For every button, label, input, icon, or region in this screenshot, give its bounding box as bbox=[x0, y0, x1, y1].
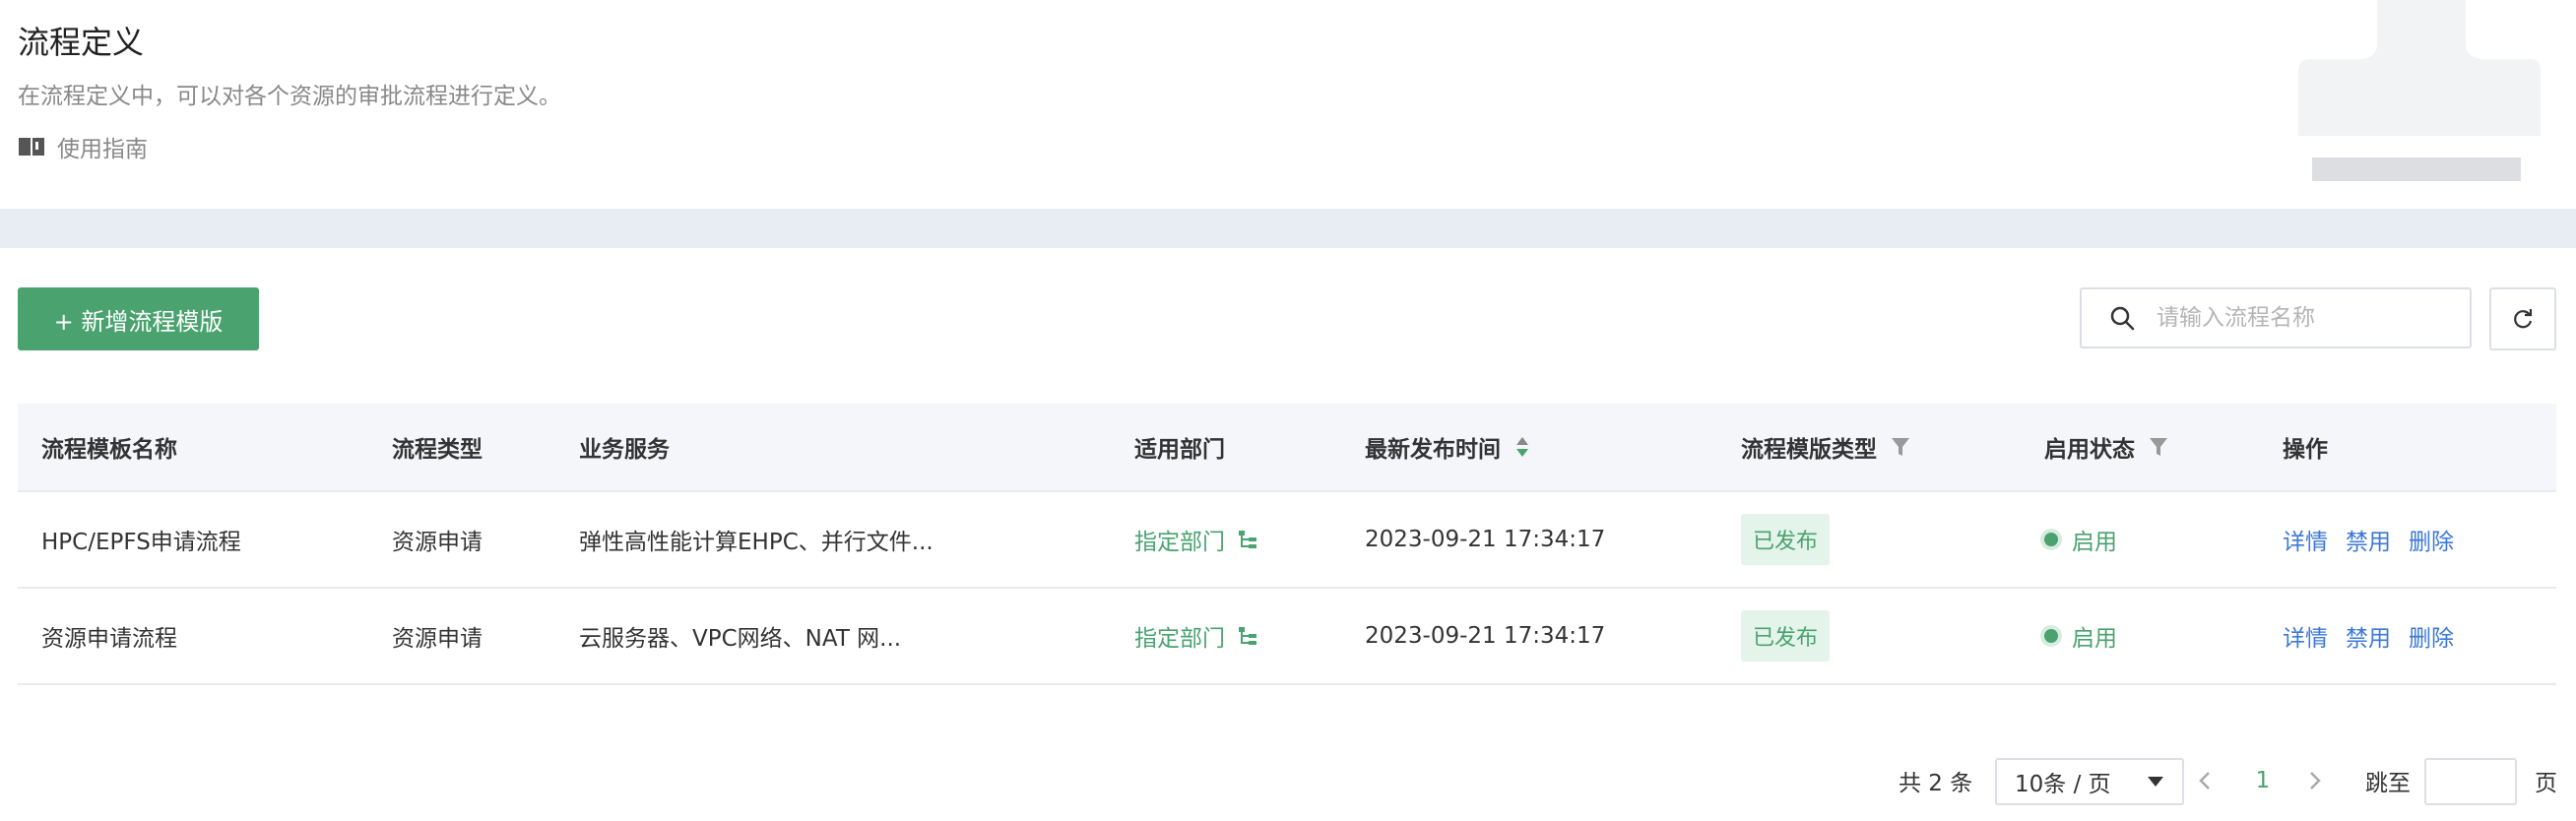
business-service: 云服务器、VPC网络、NAT 网... bbox=[579, 626, 902, 652]
next-page-button[interactable] bbox=[2308, 758, 2322, 803]
process-name: 资源申请流程 bbox=[41, 626, 177, 652]
status-badge: 已发布 bbox=[1741, 610, 1831, 662]
book-icon bbox=[19, 138, 44, 156]
detail-link[interactable]: 详情 bbox=[2283, 619, 2328, 653]
header-illustration bbox=[2298, 0, 2541, 181]
column-header-service: 业务服务 bbox=[579, 437, 670, 463]
chevron-right-icon bbox=[2310, 772, 2321, 789]
enable-status: 启用 bbox=[2044, 619, 2117, 653]
sort-icon[interactable] bbox=[1514, 435, 1530, 459]
search-box[interactable] bbox=[2080, 287, 2472, 348]
page-suffix-label: 页 bbox=[2535, 771, 2557, 796]
page-description: 在流程定义中，可以对各个资源的审批流程进行定义。 bbox=[18, 84, 561, 109]
jump-to-label: 跳至 bbox=[2365, 771, 2411, 796]
org-tree-icon bbox=[1239, 627, 1256, 645]
column-header-publish-time[interactable]: 最新发布时间 bbox=[1365, 404, 1530, 490]
org-tree-icon bbox=[1239, 531, 1256, 548]
caret-down-icon bbox=[2148, 777, 2163, 787]
disable-link[interactable]: 禁用 bbox=[2346, 619, 2391, 653]
add-process-template-button[interactable]: + 新增流程模版 bbox=[18, 287, 259, 350]
enable-status: 启用 bbox=[2044, 523, 2117, 556]
dept-link[interactable]: 指定部门 bbox=[1134, 523, 1258, 556]
process-type: 资源申请 bbox=[392, 530, 483, 555]
detail-link[interactable]: 详情 bbox=[2283, 523, 2328, 556]
process-type: 资源申请 bbox=[392, 626, 483, 652]
refresh-icon bbox=[2514, 309, 2533, 329]
delete-link[interactable]: 删除 bbox=[2409, 619, 2454, 653]
column-header-status[interactable]: 启用状态 bbox=[2044, 404, 2168, 490]
jump-to-page-input[interactable] bbox=[2424, 758, 2517, 805]
search-icon bbox=[2110, 306, 2135, 331]
disable-link[interactable]: 禁用 bbox=[2346, 523, 2391, 556]
table-row: HPC/EPFS申请流程 资源申请 弹性高性能计算EHPC、并行文件... 指定… bbox=[18, 492, 2556, 589]
section-divider-band bbox=[0, 209, 2576, 248]
usage-guide-label: 使用指南 bbox=[57, 137, 148, 162]
table-row: 资源申请流程 资源申请 云服务器、VPC网络、NAT 网... 指定部门 202… bbox=[18, 589, 2556, 685]
enable-status-label: 启用 bbox=[2072, 530, 2117, 555]
column-header-template-type[interactable]: 流程模版类型 bbox=[1741, 404, 1910, 490]
status-dot-icon bbox=[2044, 533, 2058, 546]
page-title: 流程定义 bbox=[18, 24, 145, 61]
search-input[interactable] bbox=[2155, 304, 2454, 332]
column-header-name: 流程模板名称 bbox=[41, 437, 177, 463]
column-header-status-label: 启用状态 bbox=[2044, 437, 2135, 463]
row-actions: 详情 禁用 删除 bbox=[2283, 523, 2454, 556]
page-size-value: 10条 / 页 bbox=[2015, 772, 2111, 797]
process-table: 流程模板名称 流程类型 业务服务 适用部门 最新发布时间 流程模版类型 启用状态 bbox=[18, 404, 2556, 685]
business-service: 弹性高性能计算EHPC、并行文件... bbox=[579, 530, 934, 555]
filter-icon[interactable] bbox=[2149, 436, 2168, 458]
column-header-dept: 适用部门 bbox=[1134, 437, 1225, 463]
dept-label: 指定部门 bbox=[1134, 626, 1225, 652]
table-header: 流程模板名称 流程类型 业务服务 适用部门 最新发布时间 流程模版类型 启用状态 bbox=[18, 404, 2556, 492]
pagination-total: 共 2 条 bbox=[1899, 771, 1973, 796]
column-header-publish-time-label: 最新发布时间 bbox=[1365, 437, 1501, 463]
publish-time: 2023-09-21 17:34:17 bbox=[1365, 623, 1606, 649]
publish-time: 2023-09-21 17:34:17 bbox=[1365, 527, 1606, 552]
delete-link[interactable]: 删除 bbox=[2409, 523, 2454, 556]
usage-guide-link[interactable]: 使用指南 bbox=[18, 130, 148, 163]
dept-link[interactable]: 指定部门 bbox=[1134, 619, 1258, 653]
prev-page-button[interactable] bbox=[2198, 758, 2212, 803]
status-dot-icon bbox=[2044, 629, 2058, 643]
column-header-type: 流程类型 bbox=[392, 437, 483, 463]
status-badge: 已发布 bbox=[1741, 514, 1831, 565]
page-number-current[interactable]: 1 bbox=[2243, 758, 2283, 803]
column-header-template-type-label: 流程模版类型 bbox=[1741, 437, 1877, 463]
page-size-select[interactable]: 10条 / 页 bbox=[1995, 758, 2184, 805]
filter-icon[interactable] bbox=[1891, 436, 1910, 458]
refresh-button[interactable] bbox=[2489, 287, 2556, 350]
process-name: HPC/EPFS申请流程 bbox=[41, 530, 241, 555]
column-header-actions: 操作 bbox=[2283, 437, 2328, 463]
enable-status-label: 启用 bbox=[2072, 626, 2117, 652]
chevron-left-icon bbox=[2199, 772, 2210, 789]
row-actions: 详情 禁用 删除 bbox=[2283, 619, 2454, 653]
dept-label: 指定部门 bbox=[1134, 530, 1225, 555]
page-header: 流程定义 在流程定义中，可以对各个资源的审批流程进行定义。 使用指南 bbox=[0, 0, 2576, 209]
